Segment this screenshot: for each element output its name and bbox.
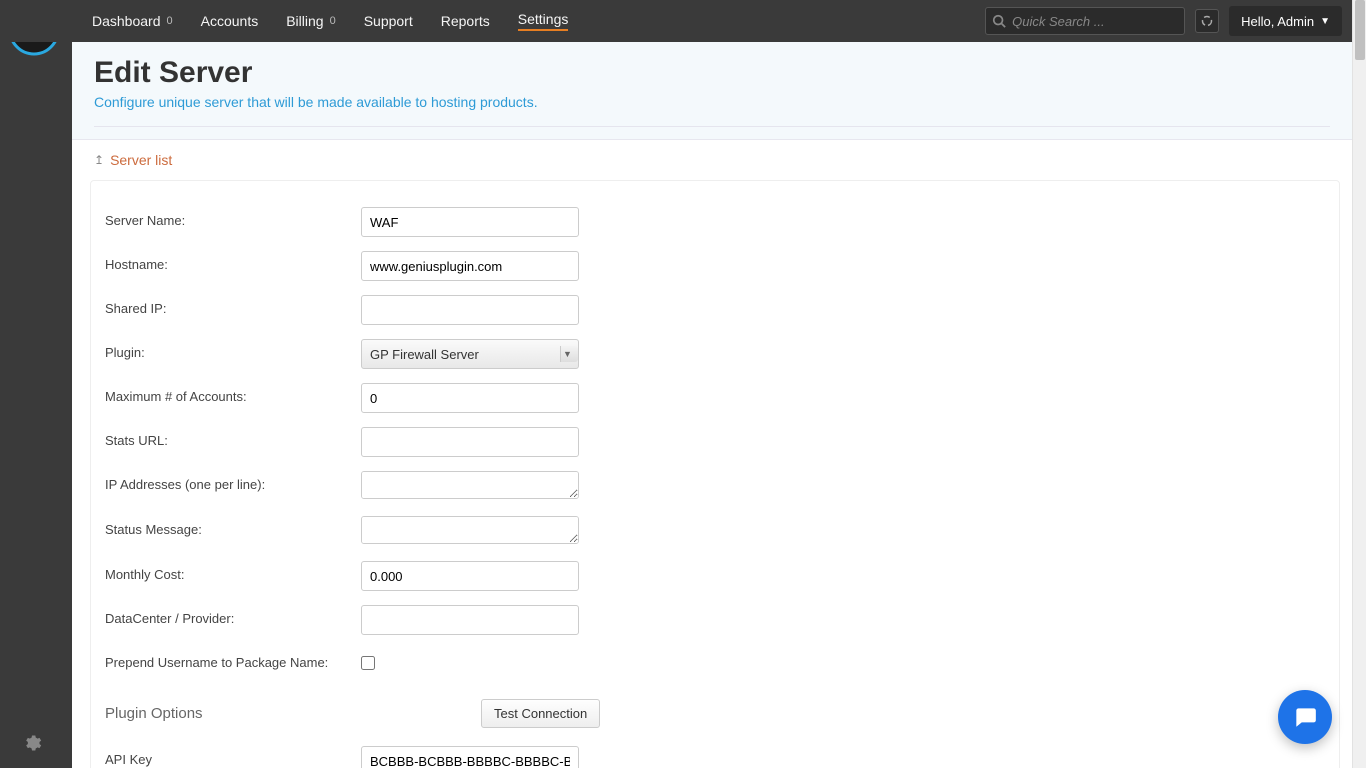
nav-badge: 0 (330, 15, 336, 27)
nav-label: Dashboard (92, 13, 161, 29)
max-accounts-input[interactable] (361, 383, 579, 413)
main-content: Edit Server Configure unique server that… (72, 42, 1352, 768)
quick-search-box[interactable] (985, 7, 1185, 35)
row-datacenter: DataCenter / Provider: (105, 605, 1325, 635)
page-header: Edit Server Configure unique server that… (72, 42, 1352, 140)
plugin-options-heading: Plugin Options (105, 705, 481, 722)
row-stats-url: Stats URL: (105, 427, 1325, 457)
page-title: Edit Server (94, 56, 1330, 90)
search-input[interactable] (1006, 14, 1190, 29)
nav-billing[interactable]: Billing 0 (272, 0, 349, 42)
left-sidebar (0, 0, 72, 768)
plugin-select-value: GP Firewall Server (370, 347, 479, 362)
row-prepend: Prepend Username to Package Name: (105, 649, 1325, 673)
server-form: Server Name: Hostname: Shared IP: Plugin… (90, 180, 1340, 768)
nav-label: Support (364, 13, 413, 29)
nav-right: Hello, Admin ▼ (985, 0, 1352, 42)
hostname-input[interactable] (361, 251, 579, 281)
prepend-checkbox[interactable] (361, 656, 375, 670)
breadcrumb: ↥ Server list (72, 140, 1352, 180)
row-status-message: Status Message: (105, 516, 1325, 547)
chat-icon (1292, 704, 1318, 730)
chevron-down-icon: ▼ (560, 346, 578, 362)
header-divider (94, 126, 1330, 127)
user-label: Hello, Admin (1241, 14, 1314, 29)
hostname-label: Hostname: (105, 251, 361, 272)
nav-dashboard[interactable]: Dashboard 0 (78, 0, 187, 42)
page-subtitle: Configure unique server that will be mad… (94, 94, 1330, 116)
status-indicator-button[interactable] (1195, 9, 1219, 33)
datacenter-label: DataCenter / Provider: (105, 605, 361, 626)
search-icon (992, 14, 1006, 28)
gear-icon[interactable] (22, 733, 42, 756)
status-message-textarea[interactable] (361, 516, 579, 544)
row-ip-addresses: IP Addresses (one per line): (105, 471, 1325, 502)
monthly-cost-label: Monthly Cost: (105, 561, 361, 582)
row-shared-ip: Shared IP: (105, 295, 1325, 325)
nav-accounts[interactable]: Accounts (187, 0, 273, 42)
api-key-label: API Key (105, 746, 361, 767)
caret-down-icon: ▼ (1320, 16, 1330, 27)
api-key-input[interactable] (361, 746, 579, 768)
datacenter-input[interactable] (361, 605, 579, 635)
nav-reports[interactable]: Reports (427, 0, 504, 42)
nav-items: Dashboard 0 Accounts Billing 0 Support R… (0, 0, 582, 42)
nav-support[interactable]: Support (350, 0, 427, 42)
server-name-input[interactable] (361, 207, 579, 237)
plugin-label: Plugin: (105, 339, 361, 360)
row-hostname: Hostname: (105, 251, 1325, 281)
ip-addresses-textarea[interactable] (361, 471, 579, 499)
nav-label: Settings (518, 11, 569, 31)
row-api-key: API Key (105, 746, 1325, 768)
row-server-name: Server Name: (105, 207, 1325, 237)
nav-label: Reports (441, 13, 490, 29)
scrollbar-thumb[interactable] (1355, 0, 1365, 60)
max-accounts-label: Maximum # of Accounts: (105, 383, 361, 404)
shared-ip-label: Shared IP: (105, 295, 361, 316)
top-nav-bar: Dashboard 0 Accounts Billing 0 Support R… (0, 0, 1352, 42)
plugin-select[interactable]: GP Firewall Server ▼ (361, 339, 579, 369)
row-monthly-cost: Monthly Cost: (105, 561, 1325, 591)
server-name-label: Server Name: (105, 207, 361, 228)
ip-addresses-label: IP Addresses (one per line): (105, 471, 361, 492)
stats-url-label: Stats URL: (105, 427, 361, 448)
page-scrollbar[interactable] (1352, 0, 1366, 768)
nav-settings[interactable]: Settings (504, 0, 583, 42)
stats-url-input[interactable] (361, 427, 579, 457)
up-arrow-icon: ↥ (94, 153, 104, 167)
nav-label: Accounts (201, 13, 259, 29)
row-plugin: Plugin: GP Firewall Server ▼ (105, 339, 1325, 369)
test-connection-button[interactable]: Test Connection (481, 699, 600, 728)
user-menu[interactable]: Hello, Admin ▼ (1229, 6, 1342, 36)
prepend-label: Prepend Username to Package Name: (105, 649, 361, 670)
row-max-accounts: Maximum # of Accounts: (105, 383, 1325, 413)
nav-badge: 0 (167, 15, 173, 27)
plugin-options-row: Plugin Options Test Connection (105, 699, 1325, 728)
status-message-label: Status Message: (105, 516, 361, 537)
monthly-cost-input[interactable] (361, 561, 579, 591)
nav-label: Billing (286, 13, 323, 29)
live-chat-button[interactable] (1278, 690, 1332, 744)
server-list-link[interactable]: Server list (110, 152, 172, 168)
shared-ip-input[interactable] (361, 295, 579, 325)
